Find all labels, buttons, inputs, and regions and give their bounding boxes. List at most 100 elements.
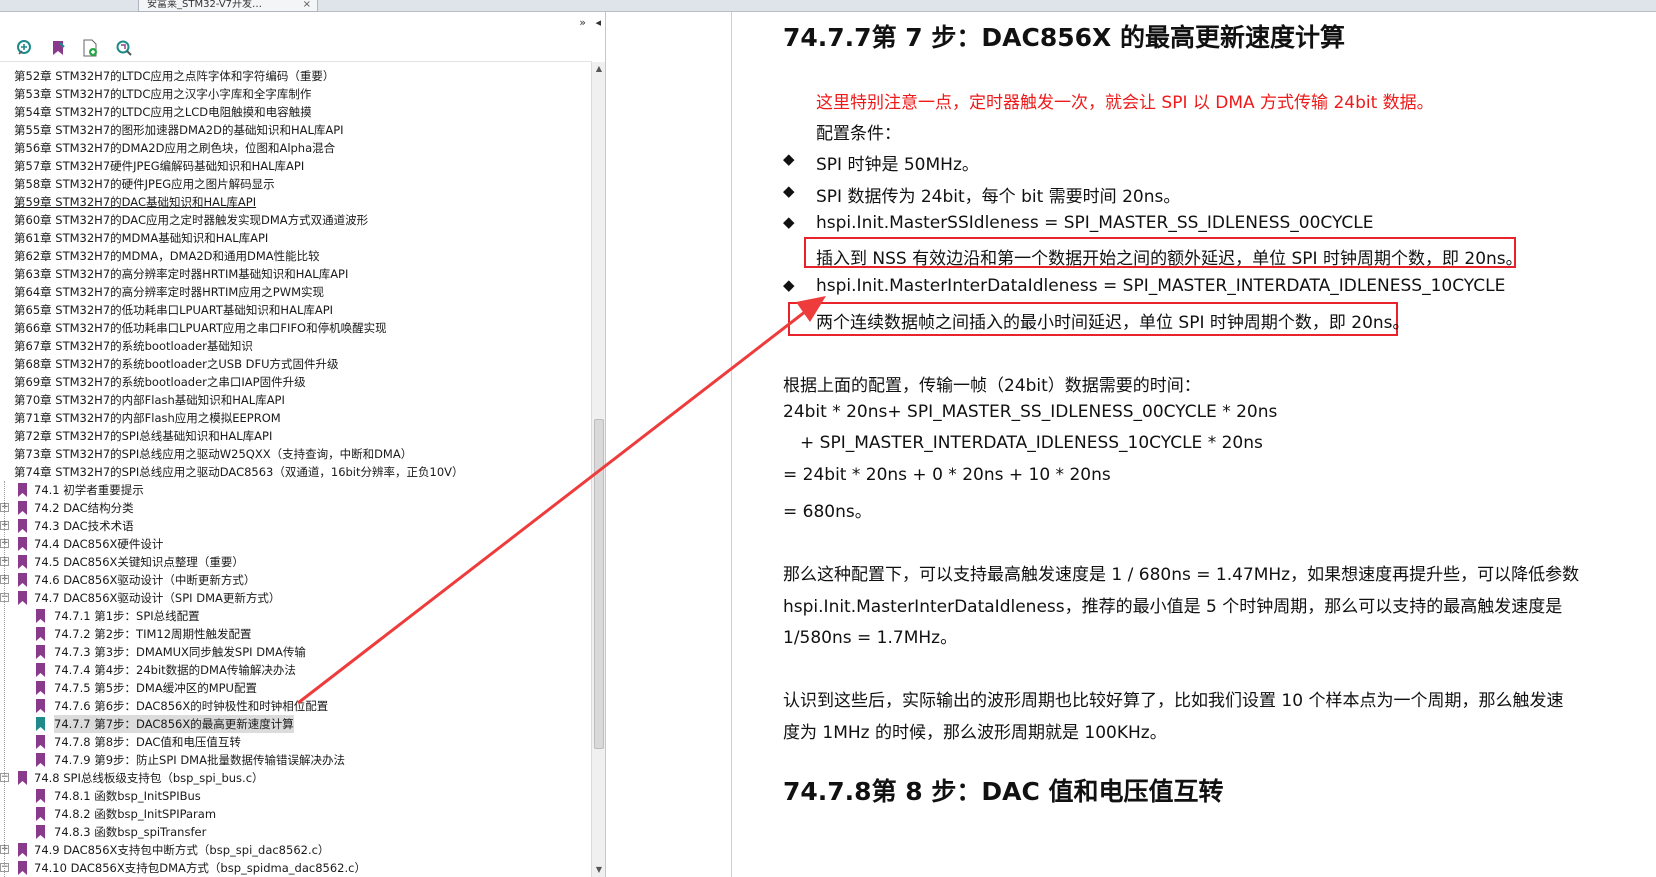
bookmark-chapter[interactable]: 第74章 STM32H7的SPI总线应用之驱动DAC8563（双通道，16bit… (0, 463, 592, 481)
bookmark-chapter[interactable]: 第52章 STM32H7的LTDC应用之点阵字体和字符编码（重要） (0, 67, 592, 85)
bookmark-section[interactable]: +74.4 DAC856X硬件设计 (0, 535, 592, 553)
paragraph-line: 认识到这些后，实际输出的波形周期也比较好算了，比如我们设置 10 个样本点为一个… (783, 691, 1564, 711)
bookmark-label: 第73章 STM32H7的SPI总线应用之驱动W25QXX（支持查询，中断和DM… (14, 447, 413, 461)
bookmark-label: 第70章 STM32H7的内部Flash基础知识和HAL库API (14, 393, 285, 407)
bookmark-subsection[interactable]: 74.8.2 函数bsp_InitSPIParam (0, 805, 592, 823)
bookmark-section[interactable]: +74.6 DAC856X驱动设计（中断更新方式） (0, 571, 592, 589)
bookmark-section[interactable]: −74.7 DAC856X驱动设计（SPI DMA更新方式） (0, 589, 592, 607)
bookmark-chapter[interactable]: 第54章 STM32H7的LTDC应用之LCD电阻触摸和电容触摸 (0, 103, 592, 121)
bookmark-subsection[interactable]: 74.7.5 第5步：DMA缓冲区的MPU配置 (0, 679, 592, 697)
bookmark-subsection[interactable]: 74.7.6 第6步：DAC856X的时钟极性和时钟相位配置 (0, 697, 592, 715)
bullet-item: SPI 数据传为 24bit，每个 bit 需要时间 20ns。 (816, 187, 1181, 207)
bookmark-subsection[interactable]: 74.7.4 第4步：24bit数据的DMA传输解决办法 (0, 661, 592, 679)
bookmark-label: 第74章 STM32H7的SPI总线应用之驱动DAC8563（双通道，16bit… (14, 465, 464, 479)
bookmark-label: 第72章 STM32H7的SPI总线基础知识和HAL库API (14, 429, 273, 443)
config-label: 配置条件： (816, 124, 901, 144)
bookmark-chapter[interactable]: 第64章 STM32H7的高分辨率定时器HRTIM应用之PWM实现 (0, 283, 592, 301)
bookmark-chapter[interactable]: 第60章 STM32H7的DAC应用之定时器触发实现DMA方式双通道波形 (0, 211, 592, 229)
scroll-down-icon[interactable]: ▼ (592, 863, 605, 877)
bookmark-icon (36, 789, 45, 803)
paragraph-line: 度为 1MHz 的时候，那么波形周期就是 100KHz。 (783, 723, 1167, 743)
bookmark-icon (18, 555, 27, 569)
bookmark-chapter[interactable]: 第68章 STM32H7的系统bootloader之USB DFU方式固件升级 (0, 355, 592, 373)
box-text: 两个连续数据帧之间插入的最小时间延迟，单位 SPI 时钟周期个数，即 20ns。 (816, 313, 1410, 333)
bookmark-chapter[interactable]: 第63章 STM32H7的高分辨率定时器HRTIM基础知识和HAL库API (0, 265, 592, 283)
paragraph-line: 1/580ns = 1.7MHz。 (783, 628, 958, 648)
bookmark-icon (18, 483, 27, 497)
shrink-panel-icon[interactable]: ◂ (595, 16, 601, 29)
bookmark-label: 74.4 DAC856X硬件设计 (34, 537, 164, 551)
bookmark-icon (36, 717, 45, 731)
bookmark-label: 第54章 STM32H7的LTDC应用之LCD电阻触摸和电容触摸 (14, 105, 312, 119)
panel-scrollbar[interactable]: ▲ ▼ (591, 62, 605, 877)
bookmark-chapter[interactable]: 第71章 STM32H7的内部Flash应用之模拟EEPROM (0, 409, 592, 427)
bookmark-label: 74.7.8 第8步：DAC值和电压值互转 (54, 735, 241, 749)
bookmarks-toolbar (0, 34, 592, 62)
scrollbar-thumb[interactable] (594, 419, 604, 749)
bookmark-label: 74.8 SPI总线板级支持包（bsp_spi_bus.c） (34, 771, 264, 785)
bullet-icon: ◆ (783, 182, 795, 200)
bookmark-chapter[interactable]: 第58章 STM32H7的硬件JPEG应用之图片解码显示 (0, 175, 592, 193)
bookmark-chapter[interactable]: 第56章 STM32H7的DMA2D应用之刷色块，位图和Alpha混合 (0, 139, 592, 157)
bookmark-subsection[interactable]: 74.7.8 第8步：DAC值和电压值互转 (0, 733, 592, 751)
bookmark-subsection[interactable]: 74.7.9 第9步：防止SPI DMA批量数据传输错误解决办法 (0, 751, 592, 769)
bullet-item: hspi.Init.MasterSSIdleness = SPI_MASTER_… (816, 213, 1374, 233)
document-tab-strip: 安富莱_STM32-V7开发… × (0, 0, 1656, 12)
bookmark-chapter[interactable]: 第73章 STM32H7的SPI总线应用之驱动W25QXX（支持查询，中断和DM… (0, 445, 592, 463)
bookmark-chapter[interactable]: 第66章 STM32H7的低功耗串口LPUART应用之串口FIFO和停机唤醒实现 (0, 319, 592, 337)
bookmark-label: 第68章 STM32H7的系统bootloader之USB DFU方式固件升级 (14, 357, 339, 371)
bookmark-label: 第63章 STM32H7的高分辨率定时器HRTIM基础知识和HAL库API (14, 267, 349, 281)
bookmark-chapter[interactable]: 第69章 STM32H7的系统bootloader之串口IAP固件升级 (0, 373, 592, 391)
bookmark-label: 74.7.5 第5步：DMA缓冲区的MPU配置 (54, 681, 257, 695)
bookmark-section[interactable]: +74.3 DAC技术术语 (0, 517, 592, 535)
bookmark-label: 74.7.7 第7步：DAC856X的最高更新速度计算 (54, 715, 294, 733)
bookmark-chapter[interactable]: 第62章 STM32H7的MDMA，DMA2D和通用DMA性能比较 (0, 247, 592, 265)
bookmark-label: 第64章 STM32H7的高分辨率定时器HRTIM应用之PWM实现 (14, 285, 324, 299)
bookmark-label: 第52章 STM32H7的LTDC应用之点阵字体和字符编码（重要） (14, 69, 335, 83)
bookmark-chapter[interactable]: 第57章 STM32H7硬件JPEG编解码基础知识和HAL库API (0, 157, 592, 175)
bookmark-section[interactable]: +74.5 DAC856X关键知识点整理（重要） (0, 553, 592, 571)
bookmark-chapter[interactable]: 第55章 STM32H7的图形加速器DMA2D的基础知识和HAL库API (0, 121, 592, 139)
bookmark-label: 第59章 STM32H7的DAC基础知识和HAL库API (14, 195, 257, 209)
close-tab-icon[interactable]: × (303, 0, 311, 10)
bookmark-subsection[interactable]: 74.7.3 第3步：DMAMUX同步触发SPI DMA传输 (0, 643, 592, 661)
bookmark-section[interactable]: 74.1 初学者重要提示 (0, 481, 592, 499)
bookmark-icon (36, 681, 45, 695)
bookmark-icon (36, 753, 45, 767)
bookmark-label: 第66章 STM32H7的低功耗串口LPUART应用之串口FIFO和停机唤醒实现 (14, 321, 387, 335)
bookmark-options-icon[interactable] (14, 38, 34, 58)
bookmark-chapter[interactable]: 第65章 STM32H7的低功耗串口LPUART基础知识和HAL库API (0, 301, 592, 319)
bookmark-section[interactable]: +74.2 DAC结构分类 (0, 499, 592, 517)
bookmark-chapter[interactable]: 第67章 STM32H7的系统bootloader基础知识 (0, 337, 592, 355)
scroll-up-icon[interactable]: ▲ (592, 62, 605, 76)
bookmark-label: 74.3 DAC技术术语 (34, 519, 134, 533)
bookmark-icon (18, 771, 27, 785)
section-heading: 74.7.7第 7 步：DAC856X 的最高更新速度计算 (783, 23, 1345, 52)
bookmark-section[interactable]: −74.8 SPI总线板级支持包（bsp_spi_bus.c） (0, 769, 592, 787)
bookmark-subsection[interactable]: 74.8.3 函数bsp_spiTransfer (0, 823, 592, 841)
bookmark-chapter[interactable]: 第70章 STM32H7的内部Flash基础知识和HAL库API (0, 391, 592, 409)
bookmark-chapter[interactable]: 第61章 STM32H7的MDMA基础知识和HAL库API (0, 229, 592, 247)
page-gutter (606, 12, 732, 877)
paragraph-line: 那么这种配置下，可以支持最高触发速度是 1 / 680ns = 1.47MHz，… (783, 565, 1580, 585)
bookmark-subsection[interactable]: 74.7.7 第7步：DAC856X的最高更新速度计算 (0, 715, 592, 733)
tree-guide-line (4, 481, 5, 877)
bookmark-subsection[interactable]: 74.7.2 第2步：TIM12周期性触发配置 (0, 625, 592, 643)
new-bookmark-icon[interactable] (80, 38, 100, 58)
bookmark-chapter[interactable]: 第59章 STM32H7的DAC基础知识和HAL库API (0, 193, 592, 211)
bookmark-subsection[interactable]: 74.8.1 函数bsp_InitSPIBus (0, 787, 592, 805)
bookmark-chapter[interactable]: 第72章 STM32H7的SPI总线基础知识和HAL库API (0, 427, 592, 445)
bookmark-expand-icon[interactable] (48, 38, 68, 58)
bookmark-subsection[interactable]: 74.7.1 第1步：SPI总线配置 (0, 607, 592, 625)
bookmark-chapter[interactable]: 第53章 STM32H7的LTDC应用之汉字小字库和全字库制作 (0, 85, 592, 103)
section-heading: 74.7.8第 8 步：DAC 值和电压值互转 (783, 777, 1224, 806)
find-bookmark-icon[interactable] (114, 38, 134, 58)
bookmark-icon (36, 609, 45, 623)
collapse-panel-icon[interactable]: » (579, 16, 586, 29)
bookmark-label: 74.7 DAC856X驱动设计（SPI DMA更新方式） (34, 591, 281, 605)
bookmark-label: 第65章 STM32H7的低功耗串口LPUART基础知识和HAL库API (14, 303, 334, 317)
bookmark-icon (18, 537, 27, 551)
document-tab[interactable]: 安富莱_STM32-V7开发… × (138, 0, 318, 12)
bookmark-section[interactable]: −74.10 DAC856X支持包DMA方式（bsp_spidma_dac856… (0, 859, 592, 877)
bookmark-section[interactable]: +74.9 DAC856X支持包中断方式（bsp_spi_dac8562.c） (0, 841, 592, 859)
